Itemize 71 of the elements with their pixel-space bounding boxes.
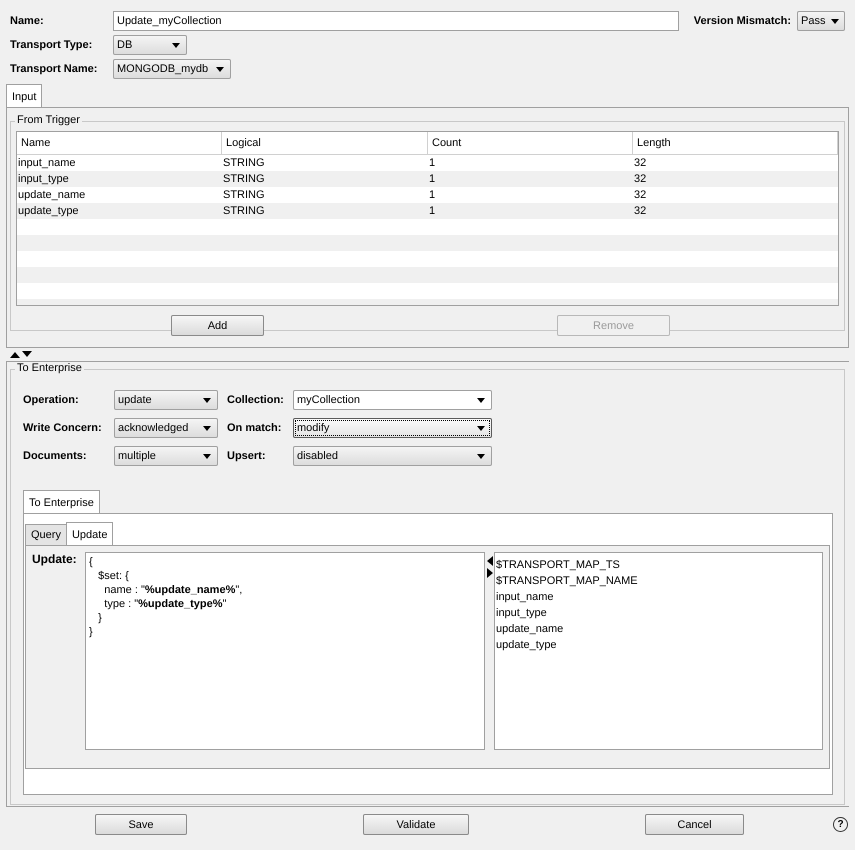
dropdown[interactable]: MONGODB_mydb <box>113 59 231 79</box>
list-item[interactable]: input_name <box>496 589 821 605</box>
caret-icon <box>216 66 224 72</box>
dropdown[interactable]: acknowledged <box>114 418 218 438</box>
tab[interactable]: Query <box>25 524 67 545</box>
caret-icon <box>172 42 180 48</box>
table-cell: 32 <box>634 189 646 201</box>
group-title: From Trigger <box>15 114 82 126</box>
column-header[interactable]: Length <box>633 132 838 154</box>
table-cell: 32 <box>634 173 646 185</box>
list-item[interactable]: update_type <box>496 637 821 653</box>
field-label: On match: <box>227 422 282 434</box>
caret-icon <box>477 426 485 430</box>
column-header[interactable]: Name <box>17 132 222 154</box>
tab[interactable]: Input <box>6 84 42 107</box>
table-cell: STRING <box>223 189 265 201</box>
field-label: Collection: <box>227 394 285 406</box>
group-title: To Enterprise <box>15 362 84 374</box>
dropdown[interactable]: Pass <box>797 11 845 31</box>
table-cell: 1 <box>429 157 436 169</box>
field-label: Write Concern: <box>23 422 103 434</box>
list-item[interactable]: input_type <box>496 605 821 621</box>
field-label: Version Mismatch: <box>694 15 791 27</box>
add-button[interactable]: Add <box>171 315 264 336</box>
field-label: Transport Name: <box>10 63 98 75</box>
column-header[interactable]: Count <box>428 132 633 154</box>
table-cell: input_type <box>18 173 69 185</box>
help-button[interactable]: ? <box>833 817 848 832</box>
dropdown[interactable]: myCollection <box>293 390 492 410</box>
move-arrows-icon[interactable] <box>487 555 493 579</box>
list-item[interactable]: $TRANSPORT_MAP_TS <box>496 557 821 573</box>
dropdown[interactable]: multiple <box>114 446 218 466</box>
splitter-arrows-icon[interactable] <box>10 351 34 358</box>
column-header[interactable]: Logical <box>222 132 428 154</box>
caret-icon <box>477 398 485 402</box>
caret-icon <box>203 454 211 458</box>
list-item[interactable]: update_name <box>496 621 821 637</box>
tab[interactable]: To Enterprise <box>23 490 100 513</box>
table-cell: 32 <box>634 205 646 217</box>
field-label: Transport Type: <box>10 39 94 51</box>
caret-icon <box>831 18 840 24</box>
name-field[interactable]: Update_myCollection <box>113 11 679 31</box>
cancel-button[interactable]: Cancel <box>645 814 744 835</box>
table-cell: update_type <box>18 205 79 217</box>
variable-list[interactable]: $TRANSPORT_MAP_TS $TRANSPORT_MAP_NAME input_name input_type update_name update_type <box>494 552 823 750</box>
dropdown[interactable]: disabled <box>293 446 492 466</box>
table-cell: 1 <box>429 173 436 185</box>
dropdown[interactable]: update <box>114 390 218 410</box>
field-label: Name: <box>10 15 45 27</box>
field-label: Operation: <box>23 394 80 406</box>
dropdown[interactable]: DB <box>113 35 187 55</box>
table-cell: STRING <box>223 173 265 185</box>
table-cell: 1 <box>429 205 436 217</box>
table-cell: 1 <box>429 189 436 201</box>
table-cell: input_name <box>18 157 76 169</box>
field-label: Documents: <box>23 450 88 462</box>
table-cell: update_name <box>18 189 86 201</box>
caret-icon <box>477 454 485 458</box>
field-label: Upsert: <box>227 450 267 462</box>
field-label: Update: <box>31 552 78 568</box>
table-cell: STRING <box>223 157 265 169</box>
caret-icon <box>203 426 211 430</box>
validate-button[interactable]: Validate <box>363 814 469 835</box>
save-button[interactable]: Save <box>95 814 187 835</box>
code-editor[interactable]: { $set: { name : "%update_name%", type : "%update_type%" } } <box>85 552 485 750</box>
tab[interactable]: Update <box>66 522 114 545</box>
table-cell: STRING <box>223 205 265 217</box>
list-item[interactable]: $TRANSPORT_MAP_NAME <box>496 573 821 589</box>
table-cell: 32 <box>634 157 646 169</box>
dropdown[interactable]: modify <box>293 418 492 438</box>
caret-icon <box>203 398 211 402</box>
